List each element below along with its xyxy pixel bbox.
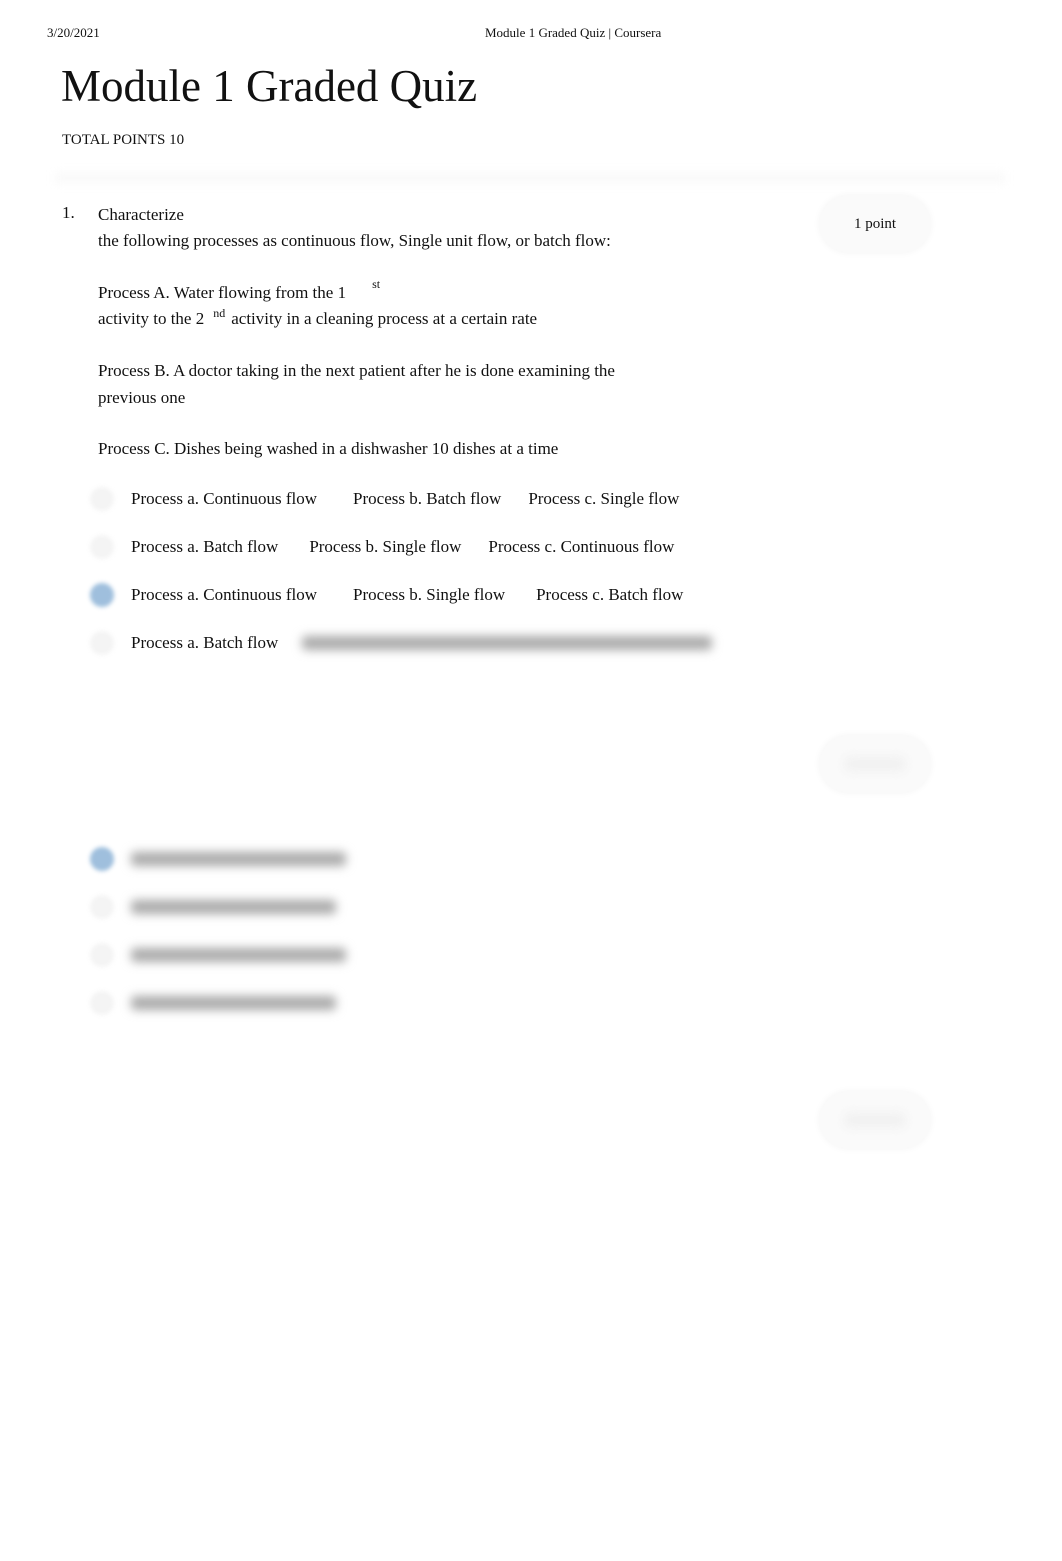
answer-option-3[interactable]: Process a. Continuous flow Process b. Si… <box>90 580 683 610</box>
radio-button-selected[interactable] <box>90 583 114 607</box>
blurred-text <box>131 996 336 1010</box>
option-part-b: Process b. Batch flow <box>353 489 502 508</box>
option-part-b: Process b. Single flow <box>353 585 506 604</box>
option-part-b: Process b. Single flow <box>309 537 462 556</box>
answer-option-blurred-2[interactable] <box>90 892 336 922</box>
question-text-line2: the following processes as continuous fl… <box>98 231 611 250</box>
radio-button[interactable] <box>90 895 114 919</box>
total-points: TOTAL POINTS 10 <box>62 132 185 148</box>
radio-button[interactable] <box>90 943 114 967</box>
points-label: 1 point <box>853 215 897 232</box>
print-date: 3/20/2021 <box>47 25 100 40</box>
blurred-text <box>131 948 346 962</box>
option-part-a: Process a. Continuous flow <box>131 489 318 508</box>
blurred-text <box>302 636 713 650</box>
option-part-a: Process a. Continuous flow <box>131 585 318 604</box>
points-badge-blurred <box>820 1092 930 1148</box>
print-page-title: Module 1 Graded Quiz | Coursera <box>485 25 662 40</box>
divider <box>55 172 1005 184</box>
answer-option-blurred-4[interactable] <box>90 988 336 1018</box>
answer-option-4[interactable]: Process a. Batch flow <box>90 628 713 658</box>
process-a-part2: activity to the 2 <box>98 309 205 328</box>
option-part-c: Process c. Single flow <box>528 489 680 508</box>
process-a-part1: Process A. Water flowing from the 1 <box>98 283 347 302</box>
question-number: 1. <box>62 203 75 222</box>
blurred-text <box>131 852 346 866</box>
question-text-line1: Characterize <box>98 205 184 224</box>
answer-option-1[interactable]: Process a. Continuous flow Process b. Ba… <box>90 484 679 514</box>
radio-button-selected[interactable] <box>90 847 114 871</box>
process-b-text: Process B. A doctor taking in the next p… <box>98 361 615 380</box>
option-part-c: Process c. Batch flow <box>536 585 684 604</box>
option-part-a: Process a. Batch flow <box>131 537 279 556</box>
radio-button[interactable] <box>90 487 114 511</box>
process-a-text: Process A. Water flowing from the 1 st <box>98 277 380 303</box>
superscript-st: st <box>372 277 381 291</box>
blurred-text <box>131 900 336 914</box>
process-a-text-2: activity to the 2 nd activity in a cleanin… <box>98 306 538 329</box>
answer-option-2[interactable]: Process a. Batch flow Process b. Single … <box>90 532 674 562</box>
process-a-part3: activity in a cleaning process at a cert… <box>231 309 538 328</box>
points-badge-blurred <box>820 736 930 792</box>
option-part-c: Process c. Continuous flow <box>488 537 675 556</box>
page-title: Module 1 Graded Quiz <box>61 61 478 111</box>
radio-button[interactable] <box>90 535 114 559</box>
radio-button[interactable] <box>90 631 114 655</box>
process-b-text-2: previous one <box>98 388 186 407</box>
process-c-text: Process C. Dishes being washed in a dish… <box>98 439 559 458</box>
radio-button[interactable] <box>90 991 114 1015</box>
superscript-nd: nd <box>213 306 226 320</box>
answer-option-blurred-1[interactable] <box>90 844 346 874</box>
points-badge: 1 point <box>820 196 930 252</box>
answer-option-blurred-3[interactable] <box>90 940 346 970</box>
option-part-a: Process a. Batch flow <box>131 633 279 652</box>
